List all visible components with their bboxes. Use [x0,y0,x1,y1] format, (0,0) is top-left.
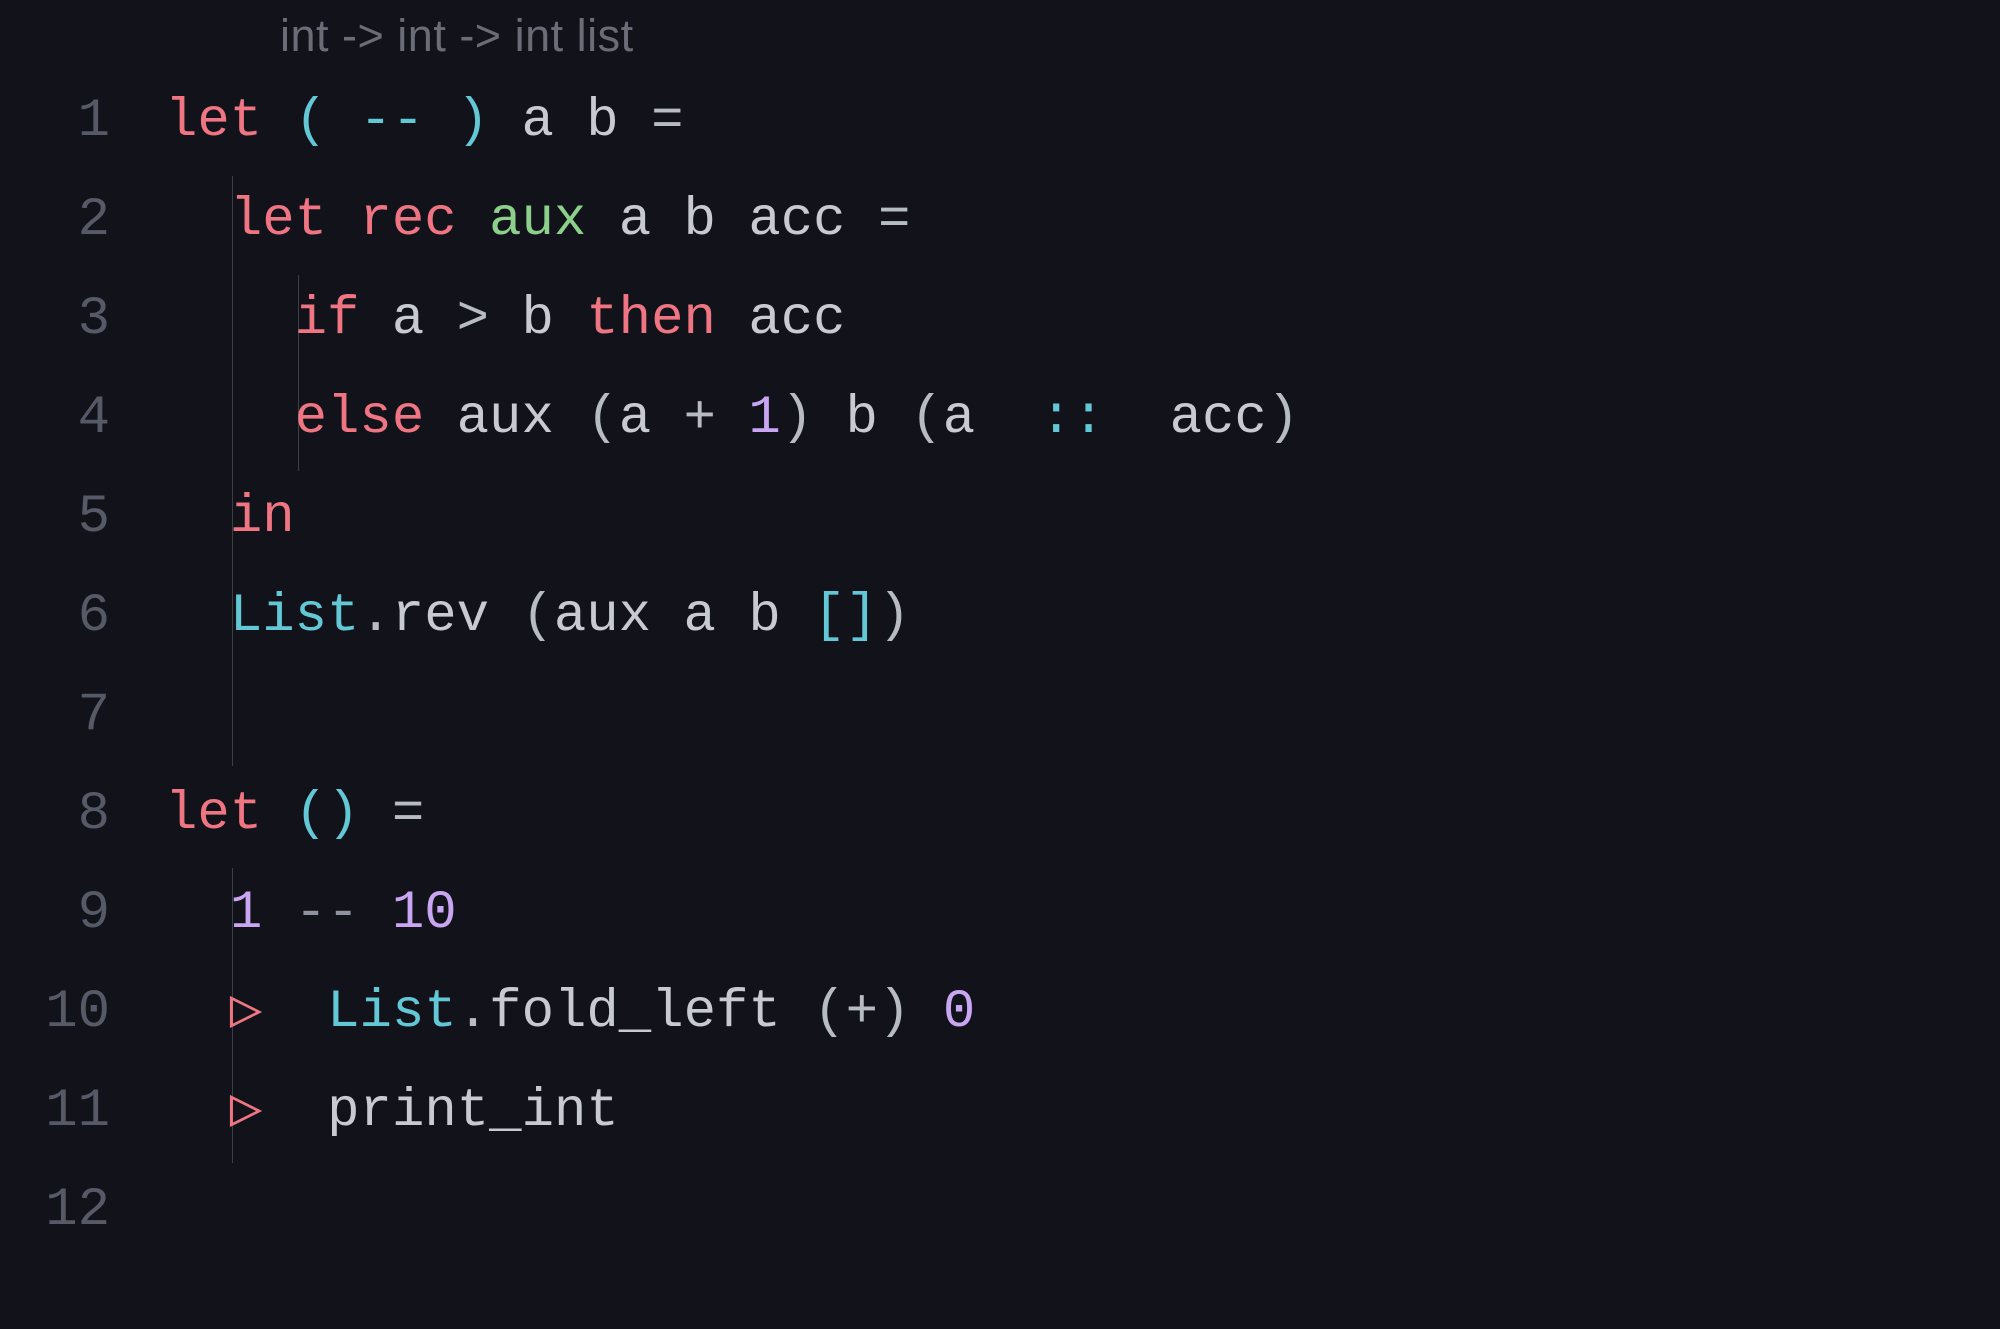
code-line[interactable]: 2 let rec aux a b acc = [0,171,2000,270]
identifier: a [392,289,424,350]
keyword-in: in [230,487,295,548]
identifier: b [586,91,618,152]
number-literal: 10 [392,883,457,944]
code-content[interactable]: let () = [165,765,424,864]
operator-plus: + [651,388,748,449]
paren-close: ) [878,982,910,1043]
code-line[interactable]: 10 ▷ List.fold_left (+) 0 [0,963,2000,1062]
equals: = [392,784,424,845]
number-literal: 0 [943,982,975,1043]
keyword-let: let [230,190,360,251]
module-name: List [230,586,360,647]
identifier: b [521,289,553,350]
identifier: b [684,190,716,251]
dot: . [457,982,489,1043]
line-number: 3 [0,270,165,369]
paren-close: ) [1267,388,1299,449]
keyword-rec: rec [359,190,489,251]
identifier: fold_left [489,982,813,1043]
operator-range: -- [262,883,392,944]
code-content[interactable]: let rec aux a b acc = [165,171,910,270]
line-number: 8 [0,765,165,864]
keyword-if: if [295,289,392,350]
operator-range: -- [359,91,424,152]
number-literal: 1 [230,883,262,944]
type-hint: int -> int -> int list [280,10,634,62]
paren-open: ( [295,91,360,152]
code-content[interactable]: else aux (a + 1) b (a :: acc) [165,369,1299,468]
code-content[interactable]: List.rev (aux a b []) [165,567,910,666]
number-literal: 1 [748,388,780,449]
keyword-then: then [554,289,748,350]
identifier: b [846,388,878,449]
identifier: a [619,190,651,251]
keyword-let: let [165,91,295,152]
operator-plus: + [846,982,878,1043]
code-line[interactable]: 11 ▷ print_int [0,1062,2000,1161]
code-line[interactable]: 7 [0,666,2000,765]
code-lines: 1 let ( -- ) a b = 2 let rec aux a b acc… [0,72,2000,1260]
code-line[interactable]: 6 List.rev (aux a b []) [0,567,2000,666]
identifier: a [943,388,975,449]
pipe-icon: ▷ [230,1081,263,1142]
line-number: 7 [0,666,165,765]
paren-open: ( [586,388,618,449]
line-number: 6 [0,567,165,666]
identifier: acc [748,289,845,350]
dot: . [359,586,391,647]
code-editor[interactable]: int -> int -> int list 1 let ( -- ) a b … [0,0,2000,1329]
paren-open: ( [910,388,942,449]
line-number: 9 [0,864,165,963]
line-number: 5 [0,468,165,567]
keyword-else: else [295,388,457,449]
identifier: a [619,388,651,449]
equals: = [878,190,910,251]
code-content[interactable]: let ( -- ) a b = [165,72,684,171]
line-number: 10 [0,963,165,1062]
keyword-let: let [165,784,295,845]
identifier: acc [748,190,845,251]
identifier: aux [457,388,587,449]
line-number: 11 [0,1062,165,1161]
code-line[interactable]: 3 if a > b then acc [0,270,2000,369]
code-line[interactable]: 12 [0,1161,2000,1260]
pipe-icon: ▷ [230,982,263,1043]
code-content[interactable]: in [165,468,295,567]
code-line[interactable]: 4 else aux (a + 1) b (a :: acc) [0,369,2000,468]
code-line[interactable]: 8 let () = [0,765,2000,864]
bracket-close: ] [846,586,878,647]
paren-open: ( [295,784,327,845]
paren-open: ( [521,586,553,647]
code-content[interactable]: 1 -- 10 [165,864,457,963]
operator-gt: > [424,289,521,350]
identifier: aux [554,586,684,647]
equals: = [651,91,683,152]
paren-close: ) [781,388,813,449]
code-line[interactable]: 5 in [0,468,2000,567]
function-name: aux [489,190,586,251]
code-line[interactable]: 9 1 -- 10 [0,864,2000,963]
line-number: 12 [0,1161,165,1260]
paren-close: ) [327,784,359,845]
paren-close: ) [424,91,489,152]
identifier: a [521,91,553,152]
code-line[interactable]: 1 let ( -- ) a b = [0,72,2000,171]
paren-open: ( [813,982,845,1043]
bracket-open: [ [813,586,845,647]
operator-cons: :: [975,388,1169,449]
identifier: b [748,586,780,647]
identifier: rev [392,586,522,647]
identifier: a [684,586,716,647]
code-content[interactable]: ▷ print_int [165,1062,619,1161]
identifier: acc [1170,388,1267,449]
line-number: 1 [0,72,165,171]
code-content[interactable]: if a > b then acc [165,270,846,369]
line-number: 4 [0,369,165,468]
module-name: List [327,982,457,1043]
code-content[interactable]: ▷ List.fold_left (+) 0 [165,963,975,1062]
identifier: print_int [327,1081,619,1142]
line-number: 2 [0,171,165,270]
paren-close: ) [878,586,910,647]
